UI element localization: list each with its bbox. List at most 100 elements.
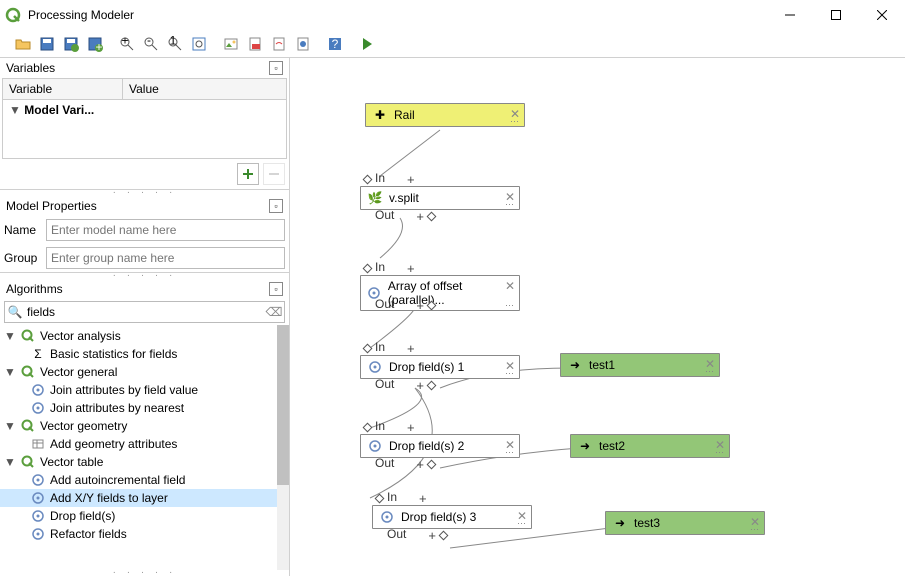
gear-icon bbox=[30, 400, 46, 416]
port-in[interactable]: In+ bbox=[360, 171, 415, 187]
port-in[interactable]: In+ bbox=[360, 340, 415, 356]
tree-item[interactable]: Add geometry attributes bbox=[0, 435, 289, 453]
tree-category[interactable]: ▼Vector general bbox=[0, 363, 289, 381]
qgis-icon bbox=[4, 6, 22, 24]
variables-title: Variables bbox=[6, 61, 55, 75]
drag-handle-icon[interactable]: ⋯ bbox=[517, 520, 527, 526]
tree-item[interactable]: Add X/Y fields to layer bbox=[0, 489, 289, 507]
tree-category[interactable]: ▼Vector analysis bbox=[0, 327, 289, 345]
tree-item[interactable]: Add autoincremental field bbox=[0, 471, 289, 489]
maximize-button[interactable] bbox=[813, 0, 859, 30]
drag-handle-icon[interactable]: ⋯ bbox=[505, 449, 515, 455]
gear-icon bbox=[379, 509, 395, 525]
panel-collapse-icon[interactable]: ▫ bbox=[269, 61, 283, 75]
add-variable-button[interactable] bbox=[237, 163, 259, 185]
zoom-reset-button[interactable]: 1 bbox=[164, 33, 186, 55]
value-column-header[interactable]: Value bbox=[123, 79, 165, 99]
zoom-in-button[interactable]: + bbox=[116, 33, 138, 55]
variables-table: Variable Value ▼ Model Vari... bbox=[2, 78, 287, 159]
model-name-input[interactable] bbox=[46, 219, 285, 241]
export-python-button[interactable] bbox=[292, 33, 314, 55]
group-name-input[interactable] bbox=[46, 247, 285, 269]
plus-icon: ✚ bbox=[372, 107, 388, 123]
help-button[interactable]: ? bbox=[324, 33, 346, 55]
algorithms-panel: Algorithms ▫ 🔍 ⌫ ▼Vector analysis ΣBasic… bbox=[0, 279, 289, 570]
gear-icon bbox=[30, 508, 46, 524]
minimize-button[interactable] bbox=[767, 0, 813, 30]
svg-text:+: + bbox=[95, 40, 102, 52]
tree-item[interactable]: Join attributes by nearest bbox=[0, 399, 289, 417]
svg-text:+: + bbox=[121, 36, 128, 48]
model-output-test2[interactable]: ➜test2 ✕⋯ bbox=[570, 434, 730, 458]
tree-category[interactable]: ▼Vector geometry bbox=[0, 417, 289, 435]
clear-search-icon[interactable]: ⌫ bbox=[264, 305, 284, 319]
variable-column-header[interactable]: Variable bbox=[3, 79, 123, 99]
tree-item[interactable]: ΣBasic statistics for fields bbox=[0, 345, 289, 363]
model-algorithm-drop1[interactable]: Drop field(s) 1 ✕⋯ bbox=[360, 355, 520, 379]
panel-collapse-icon[interactable]: ▫ bbox=[269, 282, 283, 296]
scrollbar-thumb[interactable] bbox=[277, 325, 289, 485]
svg-text:-: - bbox=[147, 36, 151, 47]
model-canvas[interactable]: ✚Rail ✕⋯ In+ 🌿v.split ✕⋯ Out+ In+ Array … bbox=[290, 58, 905, 576]
tree-item[interactable]: Refactor fields bbox=[0, 525, 289, 543]
algorithm-tree: ▼Vector analysis ΣBasic statistics for f… bbox=[0, 325, 289, 570]
window-title: Processing Modeler bbox=[28, 8, 134, 22]
drag-handle-icon[interactable]: ⋯ bbox=[505, 302, 515, 308]
port-out[interactable]: Out+ bbox=[375, 208, 439, 224]
tree-category[interactable]: ▼Vector table bbox=[0, 453, 289, 471]
port-out[interactable]: Out+ bbox=[387, 527, 451, 543]
scrollbar-track[interactable] bbox=[277, 325, 289, 570]
port-in[interactable]: In+ bbox=[360, 260, 415, 276]
model-input-rail[interactable]: ✚Rail ✕⋯ bbox=[365, 103, 525, 127]
drag-handle-icon[interactable]: ⋯ bbox=[705, 368, 715, 374]
name-label: Name bbox=[4, 223, 42, 237]
save-button[interactable] bbox=[36, 33, 58, 55]
arrow-right-icon: ➜ bbox=[577, 438, 593, 454]
port-out[interactable]: Out+ bbox=[375, 456, 439, 472]
port-in[interactable]: In+ bbox=[372, 490, 427, 506]
model-algorithm-drop3[interactable]: Drop field(s) 3 ✕⋯ bbox=[372, 505, 532, 529]
open-button[interactable] bbox=[12, 33, 34, 55]
port-out[interactable]: Out+ bbox=[375, 297, 439, 313]
remove-variable-button[interactable] bbox=[263, 163, 285, 185]
export-image-button[interactable] bbox=[220, 33, 242, 55]
export-pdf-button[interactable] bbox=[244, 33, 266, 55]
model-algorithm-vsplit[interactable]: 🌿v.split ✕⋯ bbox=[360, 186, 520, 210]
close-button[interactable] bbox=[859, 0, 905, 30]
port-out[interactable]: Out+ bbox=[375, 377, 439, 393]
model-output-test3[interactable]: ➜test3 ✕⋯ bbox=[605, 511, 765, 535]
close-icon[interactable]: ✕ bbox=[505, 279, 515, 289]
port-in[interactable]: In+ bbox=[360, 419, 415, 435]
save-as-button[interactable] bbox=[60, 33, 82, 55]
drag-handle-icon[interactable]: ⋯ bbox=[750, 526, 760, 532]
algorithms-title: Algorithms bbox=[6, 282, 63, 296]
svg-text:1: 1 bbox=[170, 36, 177, 48]
gear-icon bbox=[367, 438, 383, 454]
gear-icon bbox=[30, 382, 46, 398]
model-algorithm-drop2[interactable]: Drop field(s) 2 ✕⋯ bbox=[360, 434, 520, 458]
export-svg-button[interactable] bbox=[268, 33, 290, 55]
tree-item[interactable]: Join attributes by field value bbox=[0, 381, 289, 399]
panel-collapse-icon[interactable]: ▫ bbox=[269, 199, 283, 213]
tree-item[interactable]: Drop field(s) bbox=[0, 507, 289, 525]
toolbar: + + - 1 ? bbox=[0, 30, 905, 58]
gear-icon bbox=[367, 359, 383, 375]
drag-handle-icon[interactable]: ⋯ bbox=[715, 449, 725, 455]
variable-row[interactable]: ▼ Model Vari... bbox=[3, 100, 286, 120]
drag-handle-icon[interactable]: ⋯ bbox=[505, 370, 515, 376]
model-output-test1[interactable]: ➜test1 ✕⋯ bbox=[560, 353, 720, 377]
search-input[interactable] bbox=[25, 302, 264, 322]
panel-drag-handle[interactable]: · · · · · bbox=[0, 570, 289, 576]
zoom-extent-button[interactable] bbox=[188, 33, 210, 55]
save-project-button[interactable]: + bbox=[84, 33, 106, 55]
sigma-icon: Σ bbox=[30, 346, 46, 362]
titlebar: Processing Modeler bbox=[0, 0, 905, 30]
zoom-out-button[interactable]: - bbox=[140, 33, 162, 55]
arrow-right-icon: ➜ bbox=[567, 357, 583, 373]
drag-handle-icon[interactable]: ⋯ bbox=[505, 201, 515, 207]
table-icon bbox=[30, 436, 46, 452]
drag-handle-icon[interactable]: ⋯ bbox=[510, 118, 520, 124]
group-label: Group bbox=[4, 251, 42, 265]
run-button[interactable] bbox=[356, 33, 378, 55]
arrow-right-icon: ➜ bbox=[612, 515, 628, 531]
